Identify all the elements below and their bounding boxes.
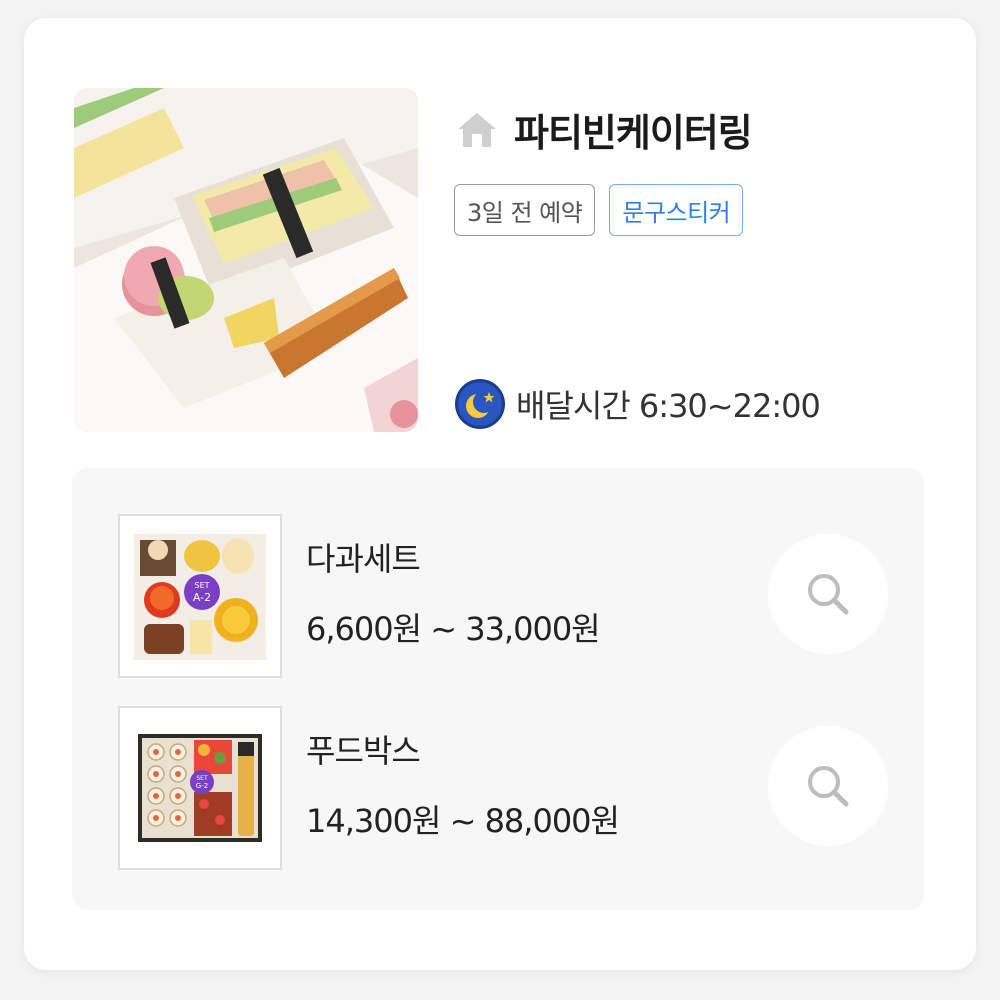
store-hero-image[interactable] [74, 88, 418, 432]
menu-item[interactable]: SET A-2 다과세트 6,600원 ~ 33,000원 [118, 514, 888, 678]
search-icon [808, 766, 849, 807]
menu-list: SET A-2 다과세트 6,600원 ~ 33,000원 SET G-2 푸드… [72, 468, 924, 910]
store-tags: 3일 전 예약 문구스티커 [454, 184, 744, 236]
store-card: 파티빈케이터링 3일 전 예약 문구스티커 배달시간 6:30~22:00 SE… [24, 18, 976, 970]
store-header: 파티빈케이터링 [454, 102, 753, 157]
view-button[interactable] [768, 726, 888, 846]
snack-set-photo: SET A-2 [134, 534, 266, 660]
menu-item-price: 14,300원 ~ 88,000원 [306, 802, 620, 840]
sticker-tag: 문구스티커 [609, 184, 744, 236]
menu-thumbnail: SET A-2 [118, 514, 282, 678]
set-badge-line2: A-2 [193, 591, 211, 604]
food-box-photo: SET G-2 [138, 734, 262, 842]
delivery-hours: 배달시간 6:30~22:00 [454, 378, 821, 430]
menu-item-price: 6,600원 ~ 33,000원 [306, 610, 601, 648]
menu-item-name: 푸드박스 [306, 732, 421, 770]
set-badge-line1: SET [196, 775, 208, 782]
moon-icon [454, 378, 506, 430]
menu-thumbnail: SET G-2 [118, 706, 282, 870]
store-name: 파티빈케이터링 [514, 111, 753, 155]
delivery-text: 배달시간 6:30~22:00 [516, 387, 821, 425]
menu-item-name: 다과세트 [306, 540, 421, 578]
reservation-tag: 3일 전 예약 [454, 184, 596, 236]
view-button[interactable] [768, 534, 888, 654]
set-badge-line1: SET [194, 581, 209, 590]
catering-box-photo [74, 88, 418, 432]
home-icon [454, 107, 500, 153]
menu-item[interactable]: SET G-2 푸드박스 14,300원 ~ 88,000원 [118, 706, 888, 870]
search-icon [808, 574, 849, 615]
set-badge-line2: G-2 [196, 782, 208, 790]
